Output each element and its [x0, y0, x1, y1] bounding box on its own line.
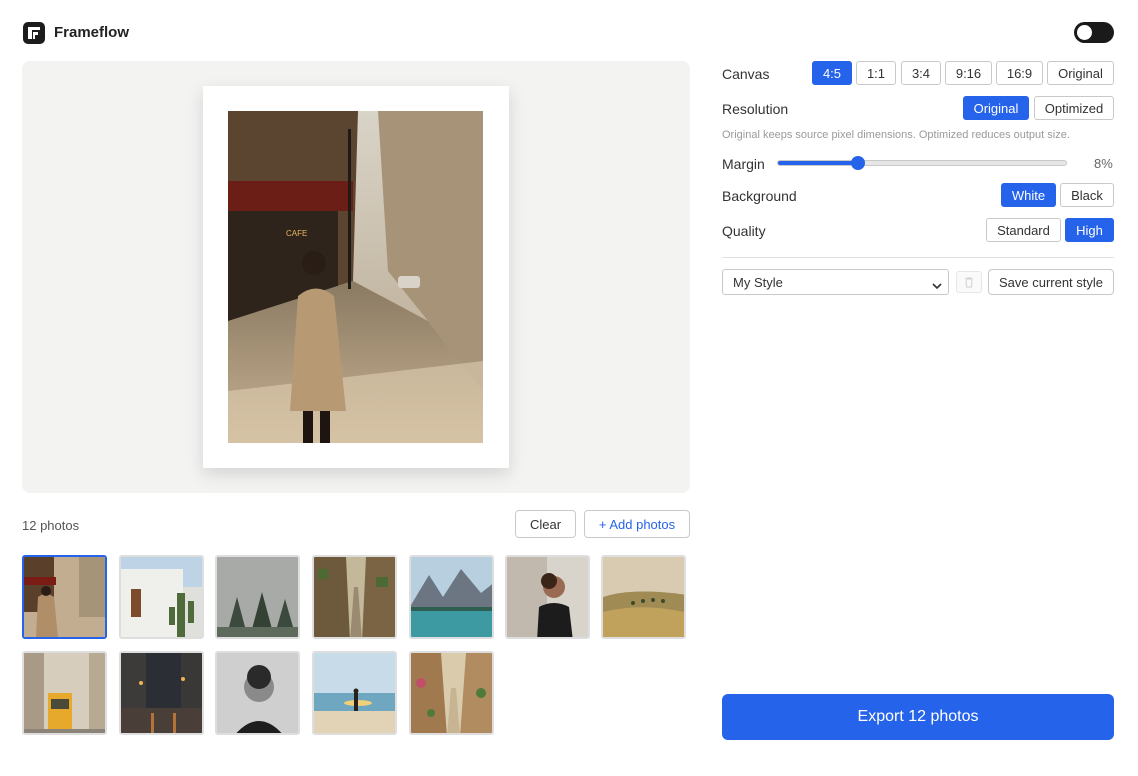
background-label: Background: [722, 188, 797, 204]
background-option-black[interactable]: Black: [1060, 183, 1114, 207]
canvas-option-4-5[interactable]: 4:5: [812, 61, 852, 85]
margin-label: Margin: [722, 156, 765, 172]
trash-icon[interactable]: [956, 271, 982, 293]
theme-toggle[interactable]: [1074, 22, 1114, 43]
style-select[interactable]: My Style: [722, 269, 949, 295]
toggle-knob: [1077, 25, 1092, 40]
margin-value: 8%: [1094, 156, 1113, 171]
quality-option-standard[interactable]: Standard: [986, 218, 1061, 242]
thumbnail-foggy-forest[interactable]: [215, 555, 300, 639]
preview-area: CAFE: [22, 61, 690, 493]
canvas-label: Canvas: [722, 66, 770, 82]
style-select-value: My Style: [733, 274, 783, 290]
frame-logo-icon: [23, 22, 45, 44]
margin-slider-track[interactable]: [777, 160, 1067, 166]
canvas-option-9-16[interactable]: 9:16: [945, 61, 992, 85]
resolution-option-original[interactable]: Original: [963, 96, 1029, 120]
add-photos-button[interactable]: + Add photos: [584, 510, 690, 538]
thumbnail-woman-portrait[interactable]: [505, 555, 590, 639]
thumbnail-surfer-beach[interactable]: [312, 651, 397, 735]
resolution-hint: Original keeps source pixel dimensions. …: [722, 129, 1070, 141]
thumbnail-man-portrait[interactable]: [215, 651, 300, 735]
quality-option-high[interactable]: High: [1065, 218, 1114, 242]
preview-photo: CAFE: [228, 111, 483, 443]
margin-slider-fill: [778, 161, 856, 165]
thumbnail-yellow-tram[interactable]: [22, 651, 107, 735]
settings-divider: [722, 257, 1114, 258]
thumbnail-mountain-lake[interactable]: [409, 555, 494, 639]
thumbnail-flowered-lane[interactable]: [409, 651, 494, 735]
chevron-down-icon: [932, 278, 942, 293]
canvas-option-original[interactable]: Original: [1047, 61, 1114, 85]
margin-slider-thumb[interactable]: [851, 156, 865, 170]
background-option-white[interactable]: White: [1001, 183, 1056, 207]
resolution-option-optimized[interactable]: Optimized: [1034, 96, 1114, 120]
thumbnail-rolling-hills[interactable]: [601, 555, 686, 639]
canvas-option-3-4[interactable]: 3:4: [901, 61, 941, 85]
save-style-button[interactable]: Save current style: [988, 269, 1114, 295]
canvas-option-1-1[interactable]: 1:1: [856, 61, 896, 85]
clear-button[interactable]: Clear: [515, 510, 576, 538]
thumbnail-white-wall-cactus[interactable]: [119, 555, 204, 639]
svg-text:CAFE: CAFE: [286, 229, 307, 238]
app-title: Frameflow: [54, 24, 130, 41]
thumbnail-old-town-alley[interactable]: [312, 555, 397, 639]
resolution-label: Resolution: [722, 101, 789, 117]
canvas-option-16-9[interactable]: 16:9: [996, 61, 1043, 85]
export-button[interactable]: Export 12 photos: [722, 694, 1114, 740]
preview-frame: CAFE: [203, 86, 509, 468]
thumbnail-rainy-street[interactable]: [119, 651, 204, 735]
quality-label: Quality: [722, 223, 766, 239]
thumbnail-street-cafe[interactable]: [22, 555, 107, 639]
photo-count: 12 photos: [22, 518, 80, 533]
